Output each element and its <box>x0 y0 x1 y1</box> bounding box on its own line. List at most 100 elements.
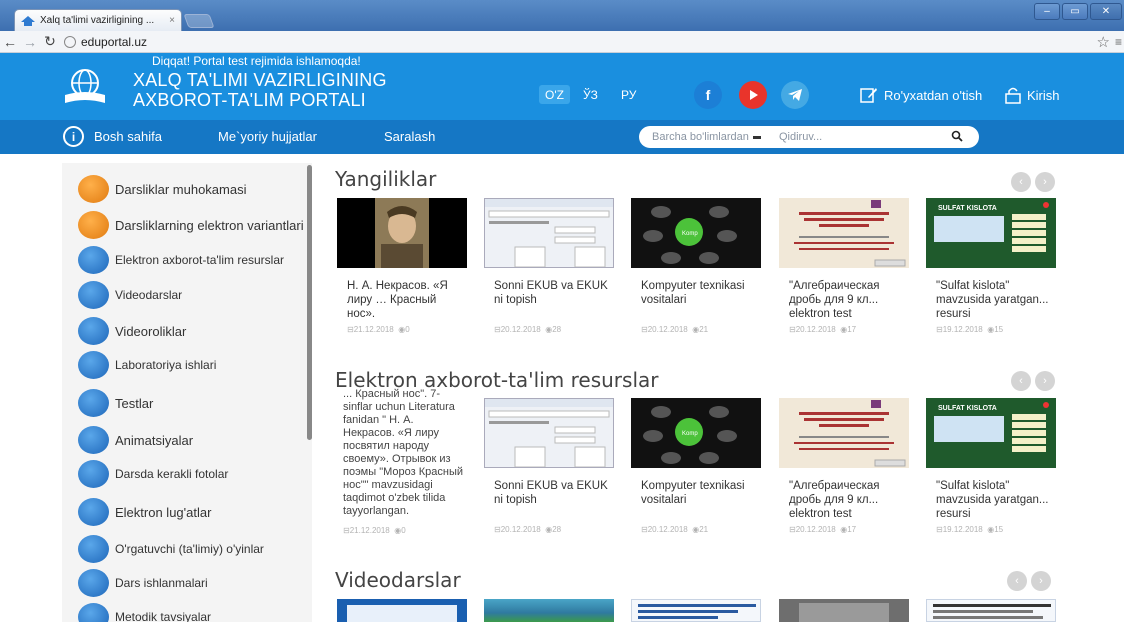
dictionary-icon <box>78 498 109 526</box>
sidebar-item-e-resources[interactable]: Elektron axborot-ta'lim resurslar <box>78 244 284 276</box>
sidebar-item-labs[interactable]: Laboratoriya ishlari <box>78 349 216 381</box>
lang-uz-latin[interactable]: O'Z <box>539 85 570 104</box>
sidebar-item-label: Darsda kerakli fotolar <box>115 467 229 481</box>
news-card-title: "Алгебраическая дробь для 9 кл... elektr… <box>789 280 880 320</box>
site-header: Diqqat! Portal test rejimida ishlamoqda!… <box>0 53 1124 120</box>
portal-title[interactable]: XALQ TA'LIMI VAZIRLIGINING AXBOROT-TA'LI… <box>133 70 387 110</box>
register-link[interactable]: Ro'yxatdan o'tish <box>860 86 982 104</box>
sidebar-item-lesson-plans[interactable]: Dars ishlanmalari <box>78 567 208 599</box>
video-card[interactable] <box>484 599 614 622</box>
sidebar-item-label: O'rgatuvchi (ta'limiy) o'yinlar <box>115 542 264 556</box>
sidebar-item-animations[interactable]: Animatsiyalar <box>78 424 193 456</box>
resource-card-meta: ⊟21.12.2018 ◉0 <box>343 526 406 535</box>
video-card[interactable] <box>926 599 1056 622</box>
sidebar-item-e-textbooks[interactable]: Darsliklarning elektron variantlari <box>78 209 304 241</box>
resource-thumbnail: Komp <box>631 398 761 468</box>
news-next-button[interactable]: › <box>1035 172 1055 192</box>
new-tab-button[interactable] <box>183 14 215 28</box>
portal-logo-icon[interactable] <box>62 67 108 107</box>
resource-card-meta: ⊟20.12.2018 ◉21 <box>641 525 709 534</box>
bookmark-star-icon[interactable]: ☆ <box>1097 33 1110 51</box>
youtube-icon[interactable] <box>739 81 767 109</box>
search-bar: Barcha bo'limlardan Qidiruv... <box>639 126 979 148</box>
back-arrow-icon[interactable]: ← <box>0 32 20 52</box>
minimize-button[interactable]: – <box>1034 3 1060 20</box>
sidebar-item-games[interactable]: O'rgatuvchi (ta'limiy) o'yinlar <box>78 533 264 565</box>
lang-ru[interactable]: РУ <box>621 85 636 104</box>
news-card[interactable]: Н. А. Некрасов. «Я лиру … Красный нос». … <box>337 198 467 338</box>
news-thumbnail <box>779 198 909 268</box>
news-card[interactable]: Sonni EKUB va EKUK ni topish ⊟20.12.2018… <box>484 198 614 338</box>
sidebar-item-label: Laboratoriya ishlari <box>115 358 217 372</box>
news-thumbnail <box>484 198 614 268</box>
nav-home[interactable]: Bosh sahifa <box>94 129 162 144</box>
resource-card[interactable]: Sonni EKUB va EKUK ni topish ⊟20.12.2018… <box>484 398 614 538</box>
sidebar-item-label: Darsliklarning elektron variantlari <box>115 217 304 233</box>
address-bar[interactable]: eduportal.uz <box>64 35 147 49</box>
video-lessons-icon <box>78 281 109 309</box>
video-thumbnail <box>484 599 614 622</box>
sidebar-item-photos[interactable]: Darsda kerakli fotolar <box>78 458 228 490</box>
close-window-button[interactable]: ✕ <box>1090 3 1122 20</box>
search-scope-select[interactable]: Barcha bo'limlardan <box>639 131 767 143</box>
nav-regulations[interactable]: Me`yoriy hujjatlar <box>218 129 317 144</box>
svg-text:SULFAT KISLOTA: SULFAT KISLOTA <box>938 205 997 212</box>
e-textbook-icon <box>78 211 109 239</box>
sidebar-item-label: Videodarslar <box>115 288 183 302</box>
resource-card-description[interactable]: ... Красный нос". 7-sinflar uchun Litera… <box>343 388 468 538</box>
video-card[interactable] <box>631 599 761 622</box>
info-icon[interactable]: i <box>63 126 84 147</box>
reload-icon[interactable]: ↻ <box>40 32 60 52</box>
sidebar-item-dictionaries[interactable]: Elektron lug'atlar <box>78 496 211 528</box>
register-label: Ro'yxatdan o'tish <box>884 87 983 103</box>
news-card[interactable]: SULFAT KISLOTA "Sulfat kislota" mavzusid… <box>926 198 1056 338</box>
news-card[interactable]: Komp Kompyuter texnikasi vositalari ⊟20.… <box>631 198 761 338</box>
sidebar-item-tests[interactable]: Testlar <box>78 387 153 419</box>
video-card[interactable] <box>337 599 467 622</box>
methodical-icon <box>78 603 109 622</box>
lang-uz-cyrillic[interactable]: ЎЗ <box>583 85 598 104</box>
search-input[interactable]: Qidiruv... <box>767 131 951 143</box>
sidebar-item-video-clips[interactable]: Videoroliklar <box>78 315 186 347</box>
tab-close-icon[interactable]: × <box>169 15 175 26</box>
video-prev-button[interactable]: ‹ <box>1007 571 1027 591</box>
sidebar-item-label: Darsliklar muhokamasi <box>115 181 247 197</box>
search-icon[interactable] <box>951 130 979 145</box>
lock-icon <box>1005 87 1021 104</box>
video-section-title: Videodarslar <box>335 568 461 592</box>
news-card-title: Kompyuter texnikasi vositalari <box>641 280 745 306</box>
video-card[interactable] <box>779 599 909 622</box>
resource-thumbnail <box>779 398 909 468</box>
sidebar-item-methodical[interactable]: Metodik tavsiyalar <box>78 601 211 622</box>
login-label: Kirish <box>1027 87 1060 103</box>
news-card[interactable]: "Алгебраическая дробь для 9 кл... elektr… <box>779 198 909 338</box>
video-next-button[interactable]: › <box>1031 571 1051 591</box>
nav-sort[interactable]: Saralash <box>384 129 435 144</box>
resource-card[interactable]: "Алгебраическая дробь для 9 кл... elektr… <box>779 398 909 538</box>
browser-tab[interactable]: Xalq ta'limi vazirligining ... × <box>14 9 182 31</box>
telegram-icon[interactable] <box>781 81 809 109</box>
resource-card-meta: ⊟20.12.2018 ◉17 <box>789 525 857 534</box>
video-thumbnail <box>631 599 761 622</box>
resources-prev-button[interactable]: ‹ <box>1011 371 1031 391</box>
news-card-meta: ⊟21.12.2018 ◉0 <box>347 325 410 334</box>
resource-card-title: Kompyuter texnikasi vositalari <box>641 480 745 506</box>
facebook-icon[interactable]: f <box>694 81 722 109</box>
forward-arrow-icon[interactable]: → <box>20 32 40 52</box>
sidebar-item-label: Videoroliklar <box>115 323 187 339</box>
sidebar-scrollbar[interactable] <box>307 165 312 440</box>
resource-card[interactable]: Komp Kompyuter texnikasi vositalari ⊟20.… <box>631 398 761 538</box>
video-thumbnail <box>926 599 1056 622</box>
screen: Xalq ta'limi vazirligining ... × – ▭ ✕ ←… <box>0 0 1124 622</box>
video-carousel-controls: ‹ › <box>1007 571 1051 591</box>
window-controls: – ▭ ✕ <box>1034 3 1122 20</box>
news-prev-button[interactable]: ‹ <box>1011 172 1031 192</box>
maximize-button[interactable]: ▭ <box>1062 3 1088 20</box>
sidebar-item-video-lessons[interactable]: Videodarslar <box>78 279 182 311</box>
sidebar-item-textbook-discussion[interactable]: Darsliklar muhokamasi <box>78 173 246 205</box>
resources-next-button[interactable]: › <box>1035 371 1055 391</box>
svg-text:SULFAT KISLOTA: SULFAT KISLOTA <box>938 405 997 412</box>
menu-icon[interactable]: ≡ <box>1115 35 1122 49</box>
login-link[interactable]: Kirish <box>1005 86 1060 104</box>
resource-card[interactable]: SULFAT KISLOTA "Sulfat kislota" mavzusid… <box>926 398 1056 538</box>
